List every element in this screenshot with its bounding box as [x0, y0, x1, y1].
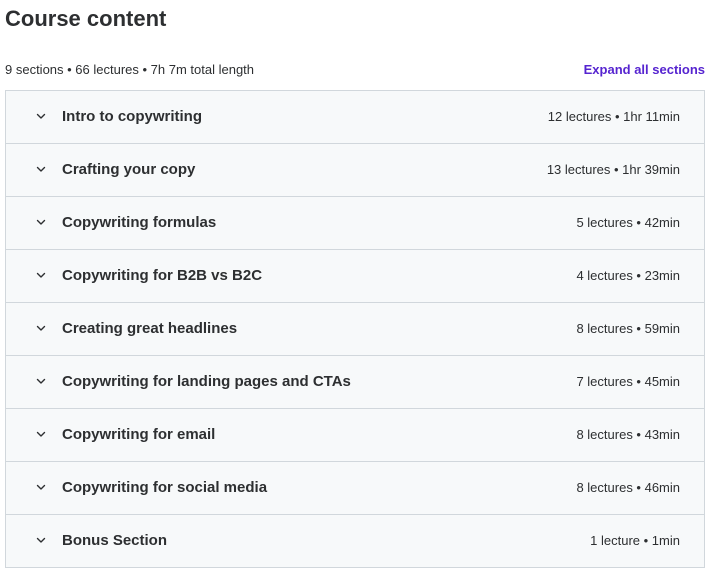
chevron-down-icon: [35, 322, 47, 334]
section-header-4[interactable]: Copywriting for B2B vs B2C 4 lectures • …: [6, 250, 704, 303]
section-meta: 4 lectures • 23min: [576, 268, 680, 283]
chevron-down-icon: [35, 534, 47, 546]
section-title: Crafting your copy: [62, 161, 196, 178]
section-meta: 8 lectures • 59min: [576, 321, 680, 336]
section-header-5[interactable]: Creating great headlines 8 lectures • 59…: [6, 303, 704, 356]
section-meta: 8 lectures • 46min: [576, 480, 680, 495]
section-title: Bonus Section: [62, 532, 168, 549]
course-summary-row: 9 sections • 66 lectures • 7h 7m total l…: [5, 60, 705, 80]
chevron-down-icon: [35, 216, 47, 228]
chevron-down-icon: [35, 375, 47, 387]
section-title: Copywriting for B2B vs B2C: [62, 267, 263, 284]
section-header-3[interactable]: Copywriting formulas 5 lectures • 42min: [6, 197, 704, 250]
chevron-down-icon: [35, 163, 47, 175]
section-title: Copywriting formulas: [62, 214, 217, 231]
section-header-9[interactable]: Bonus Section 1 lecture • 1min: [6, 515, 704, 567]
section-title: Creating great headlines: [62, 320, 238, 337]
chevron-down-icon: [35, 481, 47, 493]
section-meta: 13 lectures • 1hr 39min: [546, 162, 680, 177]
section-meta: 8 lectures • 43min: [576, 427, 680, 442]
section-title: Copywriting for email: [62, 426, 216, 443]
section-header-6[interactable]: Copywriting for landing pages and CTAs 7…: [6, 356, 704, 409]
chevron-down-icon: [35, 428, 47, 440]
expand-all-sections-button[interactable]: Expand all sections: [584, 60, 705, 80]
section-title: Intro to copywriting: [62, 108, 202, 125]
section-meta: 1 lecture • 1min: [590, 533, 680, 548]
section-header-1[interactable]: Intro to copywriting 12 lectures • 1hr 1…: [6, 91, 704, 144]
course-summary: 9 sections • 66 lectures • 7h 7m total l…: [5, 62, 255, 77]
page-title: Course content: [5, 6, 167, 31]
chevron-down-icon: [35, 110, 47, 122]
section-title: Copywriting for landing pages and CTAs: [62, 373, 351, 390]
section-meta: 7 lectures • 45min: [576, 374, 680, 389]
section-header-7[interactable]: Copywriting for email 8 lectures • 43min: [6, 409, 704, 462]
chevron-down-icon: [35, 269, 47, 281]
section-list: Intro to copywriting 12 lectures • 1hr 1…: [5, 90, 705, 568]
section-title: Copywriting for social media: [62, 479, 268, 496]
section-header-8[interactable]: Copywriting for social media 8 lectures …: [6, 462, 704, 515]
section-meta: 12 lectures • 1hr 11min: [547, 109, 680, 124]
section-meta: 5 lectures • 42min: [576, 215, 680, 230]
section-header-2[interactable]: Crafting your copy 13 lectures • 1hr 39m…: [6, 144, 704, 197]
